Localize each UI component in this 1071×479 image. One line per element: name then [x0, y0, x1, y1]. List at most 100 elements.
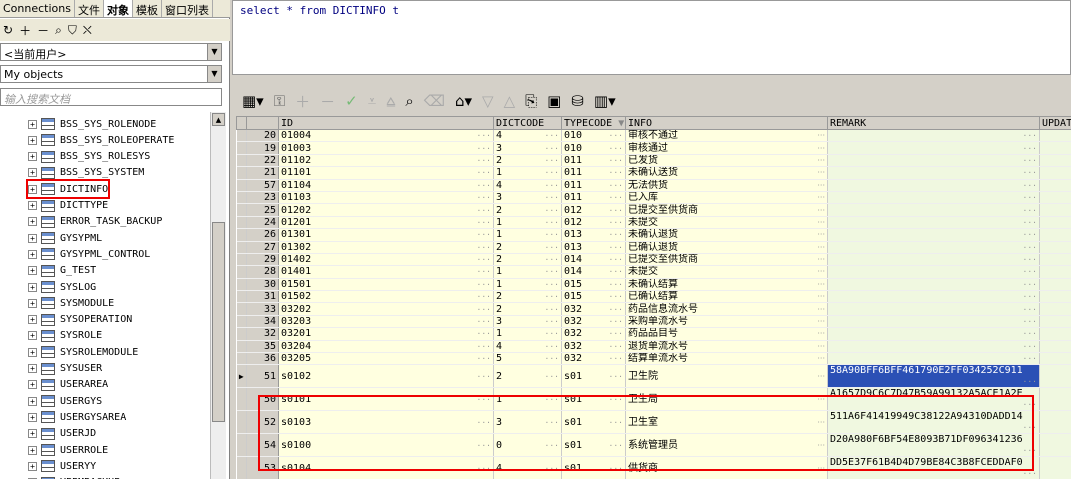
- cell-remark[interactable]: ···: [827, 315, 1040, 329]
- ellipsis-icon[interactable]: ···: [817, 440, 825, 451]
- cell-typecode[interactable]: 012 ···: [561, 216, 626, 230]
- expand-icon[interactable]: +: [28, 429, 37, 439]
- filter-icon[interactable]: ⛉: [68, 23, 77, 38]
- table-row[interactable]: 20 01004 ··· 4 ··· 010 ··· 审核不通过 ··· ···: [236, 129, 1071, 143]
- ellipsis-icon[interactable]: ···: [477, 242, 491, 253]
- ellipsis-icon[interactable]: ···: [545, 205, 559, 216]
- cell-updat[interactable]: [1039, 352, 1071, 366]
- ellipsis-icon[interactable]: ···: [1023, 254, 1037, 265]
- ellipsis-icon[interactable]: ···: [609, 417, 623, 428]
- ellipsis-icon[interactable]: ···: [545, 353, 559, 364]
- cell-remark[interactable]: ···: [827, 166, 1040, 180]
- table-row[interactable]: 28 01401 ··· 1 ··· 014 ··· 未提交 ··· ···: [236, 265, 1071, 279]
- ellipsis-icon[interactable]: ···: [609, 167, 623, 178]
- cell-typecode[interactable]: 032 ···: [561, 340, 626, 354]
- cell-typecode[interactable]: 014 ···: [561, 253, 626, 267]
- ellipsis-icon[interactable]: ···: [609, 316, 623, 327]
- cell-typecode[interactable]: 032 ···: [561, 302, 626, 316]
- expand-icon[interactable]: +: [28, 217, 37, 227]
- cell-remark[interactable]: ···: [827, 179, 1040, 192]
- ellipsis-icon[interactable]: ···: [545, 417, 559, 428]
- cell-updat[interactable]: [1039, 216, 1071, 230]
- cell-dictcode[interactable]: 1 ···: [493, 387, 562, 412]
- ellipsis-icon[interactable]: ···: [609, 192, 623, 203]
- cell-info[interactable]: 系统管理员 ···: [625, 433, 828, 458]
- cell-remark[interactable]: ···: [827, 203, 1040, 217]
- table-row[interactable]: 21 01101 ··· 1 ··· 011 ··· 未确认送货 ··· ···: [236, 166, 1071, 180]
- cell-remark[interactable]: DD5E37F61B4D4D79BE84C3B8FCEDDAF0 ···: [827, 456, 1040, 479]
- ellipsis-icon[interactable]: ···: [477, 440, 491, 451]
- cell-info[interactable]: 未确认送货 ···: [625, 166, 828, 180]
- cell-remark[interactable]: ···: [827, 352, 1040, 366]
- ellipsis-icon[interactable]: ···: [545, 394, 559, 405]
- ellipsis-icon[interactable]: ···: [477, 130, 491, 141]
- tab-templates[interactable]: 模板: [133, 0, 162, 17]
- tab-files[interactable]: 文件: [75, 0, 104, 17]
- cell-remark[interactable]: ···: [827, 302, 1040, 316]
- ellipsis-icon[interactable]: ···: [817, 417, 825, 428]
- user-select[interactable]: <当前用户> ▼: [0, 43, 222, 61]
- cell-info[interactable]: 审核通过 ···: [625, 141, 828, 155]
- ellipsis-icon[interactable]: ···: [609, 242, 623, 253]
- ellipsis-icon[interactable]: ···: [477, 279, 491, 290]
- table-row[interactable]: 29 01402 ··· 2 ··· 014 ··· 已提交至供货商 ··· ···: [236, 253, 1071, 267]
- ellipsis-icon[interactable]: ···: [609, 463, 623, 474]
- cell-dictcode[interactable]: 1 ···: [493, 327, 562, 341]
- ellipsis-icon[interactable]: ···: [609, 304, 623, 315]
- ellipsis-icon[interactable]: ···: [609, 279, 623, 290]
- cell-remark[interactable]: ···: [827, 228, 1040, 242]
- ellipsis-icon[interactable]: ···: [817, 205, 825, 216]
- ellipsis-icon[interactable]: ···: [609, 353, 623, 364]
- cell-remark[interactable]: ···: [827, 216, 1040, 230]
- cell-typecode[interactable]: s01 ···: [561, 364, 626, 389]
- ellipsis-icon[interactable]: ···: [477, 167, 491, 178]
- cell-dictcode[interactable]: 2 ···: [493, 253, 562, 267]
- cell-typecode[interactable]: s01 ···: [561, 433, 626, 458]
- grid-view-icon[interactable]: ▦▾: [242, 92, 264, 110]
- tree-item[interactable]: + USERGYS: [28, 393, 102, 409]
- ellipsis-icon[interactable]: ···: [545, 316, 559, 327]
- query-icon[interactable]: ⌂▾: [455, 92, 472, 110]
- cell-dictcode[interactable]: 2 ···: [493, 203, 562, 217]
- ellipsis-icon[interactable]: ···: [545, 143, 559, 154]
- header-info[interactable]: INFO: [625, 116, 828, 130]
- ellipsis-icon[interactable]: ···: [1023, 422, 1037, 433]
- cell-remark[interactable]: ···: [827, 191, 1040, 205]
- table-row[interactable]: 35 03204 ··· 4 ··· 032 ··· 退货单流水号 ··· ···: [236, 340, 1071, 354]
- ellipsis-icon[interactable]: ···: [477, 254, 491, 265]
- table-row[interactable]: 24 01201 ··· 1 ··· 012 ··· 未提交 ··· ···: [236, 216, 1071, 230]
- cell-id[interactable]: 01202 ···: [278, 203, 494, 217]
- cell-updat[interactable]: [1039, 179, 1071, 192]
- ellipsis-icon[interactable]: ···: [609, 130, 623, 141]
- table-row[interactable]: 31 01502 ··· 2 ··· 015 ··· 已确认结算 ··· ···: [236, 290, 1071, 304]
- header-id[interactable]: ID: [278, 116, 494, 130]
- chart-icon[interactable]: ▥▾: [594, 92, 616, 110]
- ellipsis-icon[interactable]: ···: [817, 304, 825, 315]
- ellipsis-icon[interactable]: ···: [545, 130, 559, 141]
- cell-dictcode[interactable]: 3 ···: [493, 141, 562, 155]
- ellipsis-icon[interactable]: ···: [545, 291, 559, 302]
- cell-info[interactable]: 卫生室 ···: [625, 410, 828, 435]
- expand-icon[interactable]: +: [28, 119, 37, 129]
- cell-dictcode[interactable]: 1 ···: [493, 216, 562, 230]
- tree-item[interactable]: + USERAREA: [28, 377, 108, 393]
- expand-icon[interactable]: +: [28, 184, 37, 194]
- cell-info[interactable]: 已确认退货 ···: [625, 241, 828, 254]
- cell-info[interactable]: 药品信息流水号 ···: [625, 302, 828, 316]
- add-record-icon[interactable]: ＋: [295, 91, 310, 112]
- cell-info[interactable]: 未确认结算 ···: [625, 278, 828, 292]
- cell-dictcode[interactable]: 3 ···: [493, 315, 562, 329]
- tree-item[interactable]: + DICTINFO: [25, 179, 111, 200]
- cell-info[interactable]: 药品品目号 ···: [625, 327, 828, 341]
- cell-id[interactable]: 03204 ···: [278, 340, 494, 354]
- table-row[interactable]: 34 03203 ··· 3 ··· 032 ··· 采购单流水号 ··· ···: [236, 315, 1071, 329]
- tree-item[interactable]: + SYSROLEMODULE: [28, 344, 138, 360]
- cell-info[interactable]: 采购单流水号 ···: [625, 315, 828, 329]
- ellipsis-icon[interactable]: ···: [1023, 130, 1037, 141]
- ellipsis-icon[interactable]: ···: [477, 341, 491, 352]
- tree-scrollbar[interactable]: ▲: [210, 112, 226, 479]
- ellipsis-icon[interactable]: ···: [609, 266, 623, 277]
- cell-remark[interactable]: ···: [827, 340, 1040, 354]
- lock-icon[interactable]: ⚿: [274, 92, 285, 110]
- ellipsis-icon[interactable]: ···: [545, 167, 559, 178]
